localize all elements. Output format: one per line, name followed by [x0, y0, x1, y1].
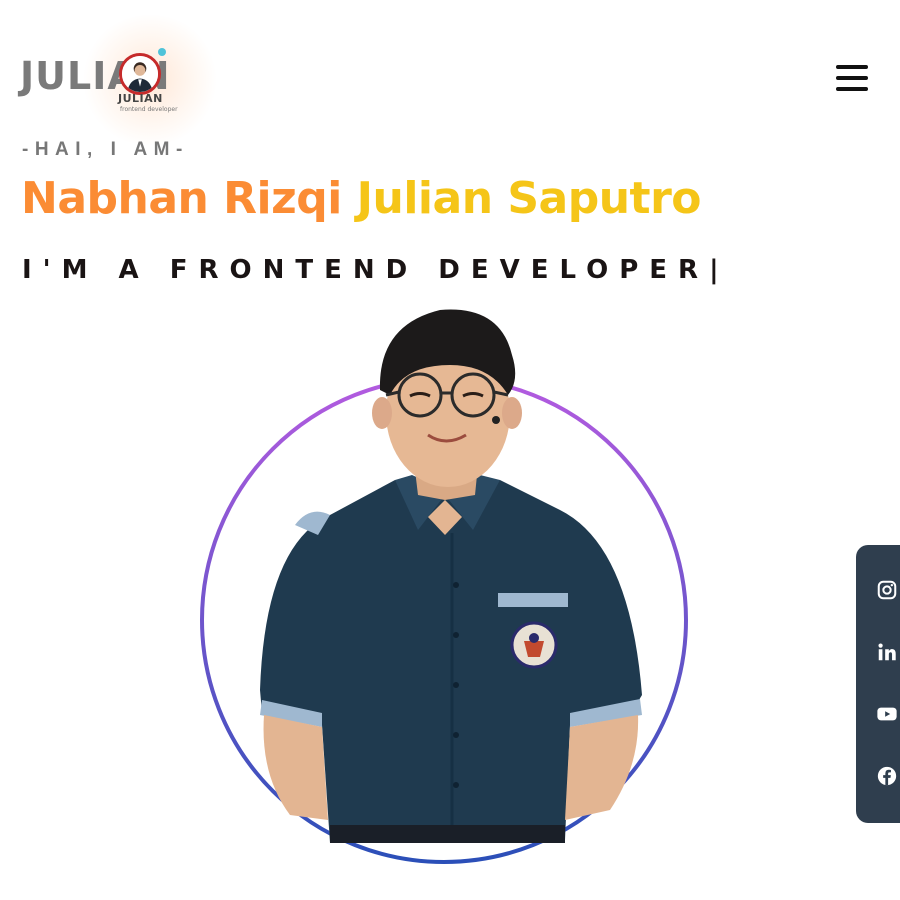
logo-avatar: [119, 53, 161, 95]
site-logo[interactable]: JULIAN JULIAN frontend developer: [18, 15, 220, 145]
profile-portrait: [190, 295, 700, 875]
hero-role: I'M A FRONTEND DEVELOPER|: [22, 255, 719, 285]
hero-greeting: -HAI, I AM-: [22, 139, 189, 160]
social-links-bar: [856, 545, 900, 823]
hero-name-last: Julian Saputro: [356, 173, 702, 224]
menu-bar: [836, 87, 868, 91]
hero-role-text: I'M A FRONTEND DEVELOPER: [22, 255, 710, 285]
typing-cursor: |: [709, 255, 719, 285]
menu-bar: [836, 65, 868, 69]
facebook-icon[interactable]: [876, 765, 898, 787]
youtube-icon[interactable]: [876, 703, 898, 725]
logo-name: JULIAN: [118, 92, 163, 105]
hero-name: Nabhan Rizqi Julian Saputro: [21, 173, 702, 224]
logo-accent-dot: [158, 48, 166, 56]
menu-bar: [836, 76, 868, 80]
instagram-icon[interactable]: [876, 579, 898, 601]
hamburger-menu-icon[interactable]: [836, 62, 870, 94]
logo-subtitle: frontend developer: [120, 106, 178, 113]
hero-name-first: Nabhan Rizqi: [21, 173, 342, 224]
linkedin-icon[interactable]: [876, 641, 898, 663]
